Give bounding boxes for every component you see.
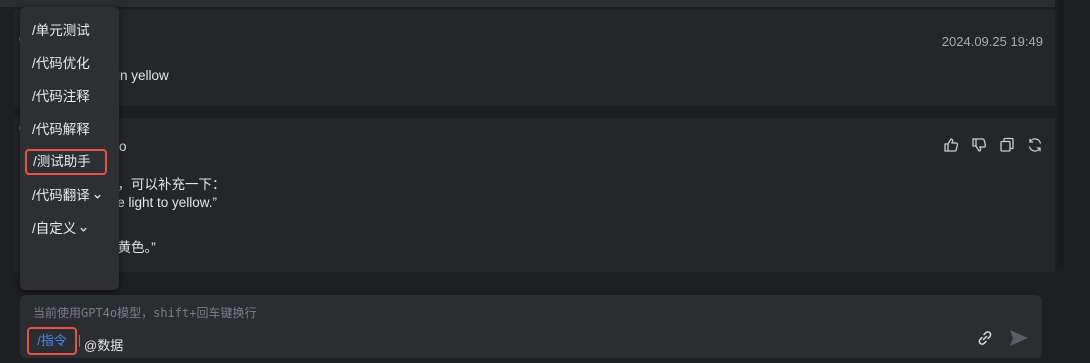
thumbs-up-icon[interactable] bbox=[943, 137, 959, 153]
menu-item-test-assistant[interactable]: /测试助手 bbox=[25, 149, 107, 175]
message-line: 查，可以补充一下： bbox=[104, 177, 226, 192]
chat-input-box[interactable]: 当前使用GPT4o模型，shift+回车键换行 /指令 @数据 bbox=[20, 295, 1042, 358]
scrollbar[interactable] bbox=[1057, 0, 1064, 268]
message-timestamp: 2024.09.25 19:49 bbox=[941, 34, 1043, 49]
divider bbox=[79, 335, 80, 347]
command-menu: /单元测试 /代码优化 /代码注释 /代码解释 /测试助手 /代码翻译 /自定义 bbox=[20, 7, 119, 290]
message-assistant: o 查，可以补充一下： me light to yellow.” 的黄色。” bbox=[14, 118, 1055, 272]
menu-item-label: /单元测试 bbox=[32, 23, 90, 38]
message-text: in yellow bbox=[117, 68, 169, 83]
menu-item-label: /代码解释 bbox=[32, 122, 90, 137]
message-line: me light to yellow.” bbox=[106, 195, 218, 210]
sender-name: o bbox=[119, 139, 127, 154]
menu-item-code-optimize[interactable]: /代码优化 bbox=[26, 51, 108, 77]
menu-item-label: /自定义 bbox=[32, 221, 77, 236]
right-margin bbox=[1064, 0, 1090, 363]
data-button[interactable]: @数据 bbox=[84, 335, 123, 354]
chat-input-placeholder[interactable]: 当前使用GPT4o模型，shift+回车键换行 bbox=[33, 304, 256, 321]
menu-item-label: /测试助手 bbox=[33, 154, 91, 169]
chevron-down-icon bbox=[94, 194, 101, 199]
copy-icon[interactable] bbox=[999, 137, 1015, 153]
message-user: 2024.09.25 19:49 in yellow bbox=[14, 10, 1055, 106]
menu-item-code-comment[interactable]: /代码注释 bbox=[26, 84, 108, 110]
menu-item-custom[interactable]: /自定义 bbox=[26, 216, 108, 242]
send-icon[interactable] bbox=[1008, 327, 1030, 349]
refresh-icon[interactable] bbox=[1027, 137, 1043, 153]
thumbs-down-icon[interactable] bbox=[971, 137, 987, 153]
menu-item-code-explain[interactable]: /代码解释 bbox=[26, 117, 108, 143]
link-icon[interactable] bbox=[976, 329, 994, 347]
chevron-down-icon bbox=[80, 227, 87, 232]
menu-item-unit-test[interactable]: /单元测试 bbox=[26, 18, 108, 44]
top-divider bbox=[0, 0, 1055, 7]
menu-item-code-translate[interactable]: /代码翻译 bbox=[26, 183, 108, 209]
menu-item-label: /代码优化 bbox=[32, 56, 90, 71]
menu-item-label: /代码注释 bbox=[32, 89, 90, 104]
menu-item-label: /代码翻译 bbox=[32, 188, 90, 203]
command-button[interactable]: /指令 bbox=[27, 327, 77, 355]
message-actions bbox=[943, 137, 1043, 153]
